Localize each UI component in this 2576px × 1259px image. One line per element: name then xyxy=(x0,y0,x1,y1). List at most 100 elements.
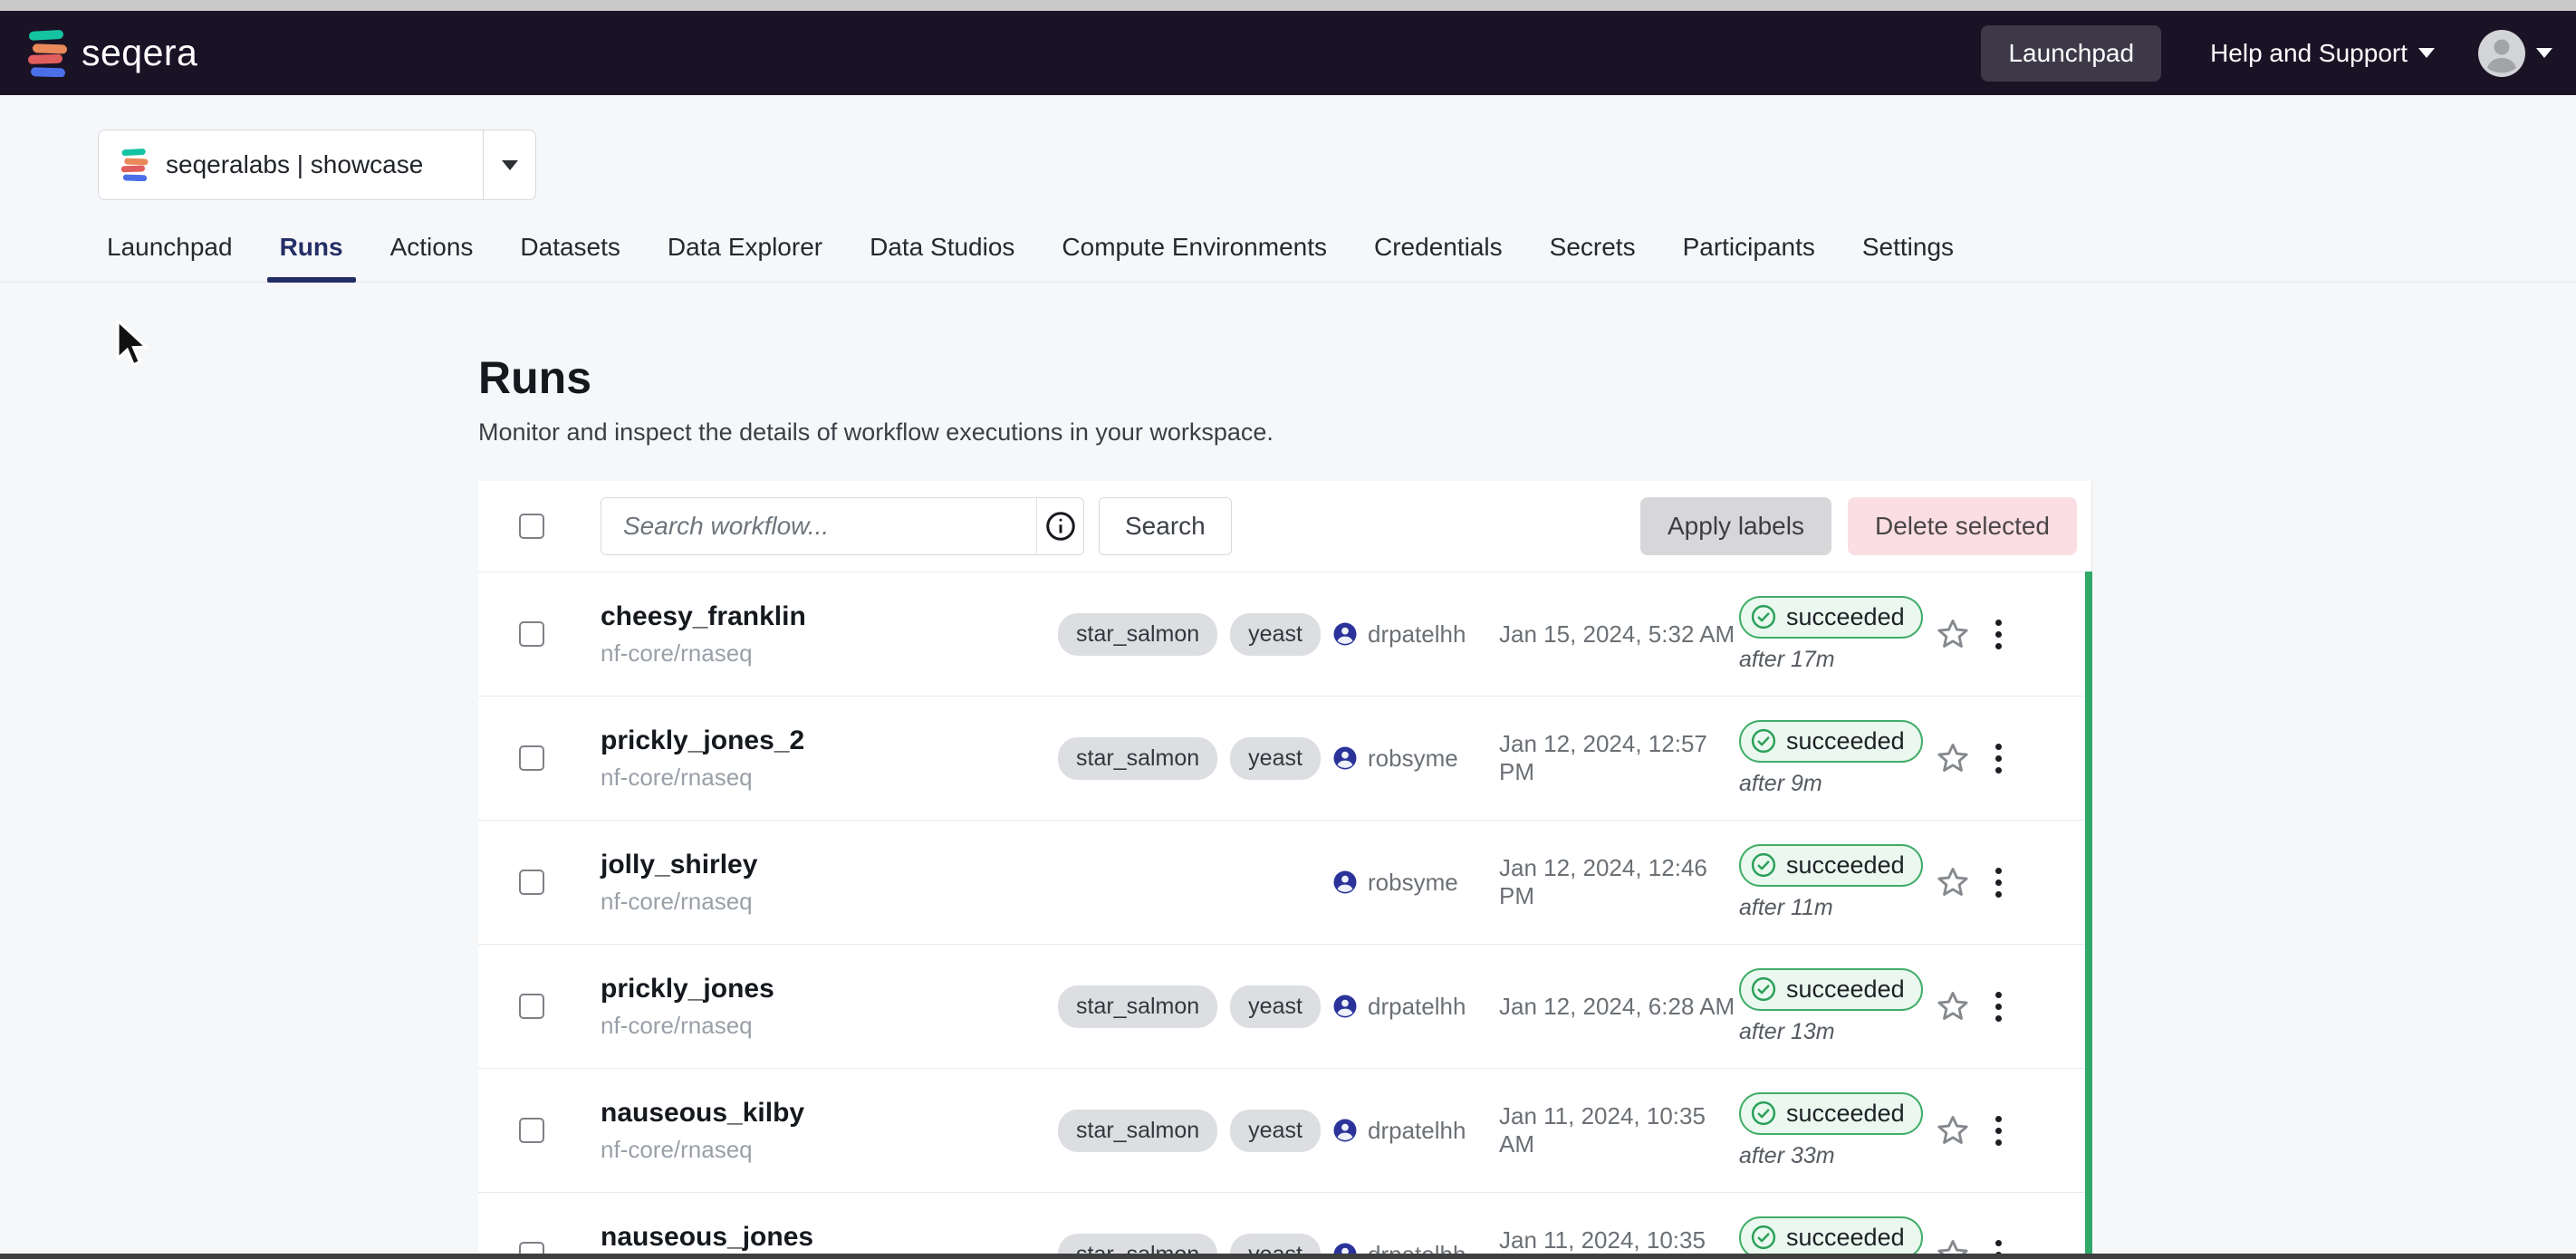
delete-selected-button[interactable]: Delete selected xyxy=(1848,497,2077,555)
workspace-row: seqeralabs | showcase xyxy=(0,95,2576,200)
status-label: succeeded xyxy=(1786,1224,1905,1252)
kebab-icon xyxy=(1995,620,2002,626)
star-icon xyxy=(1936,617,1970,651)
search-group xyxy=(601,497,1084,555)
tab-settings[interactable]: Settings xyxy=(1850,233,1966,282)
run-name-link[interactable]: nauseous_jones xyxy=(601,1222,1058,1253)
run-name-link[interactable]: jolly_shirley xyxy=(601,850,1058,880)
star-button[interactable] xyxy=(1927,865,1977,899)
run-date: Jan 12, 2024, 12:46 PM xyxy=(1499,854,1739,910)
workspace-selector-current[interactable]: seqeralabs | showcase xyxy=(99,130,483,199)
launchpad-button[interactable]: Launchpad xyxy=(1981,25,2161,82)
row-checkbox[interactable] xyxy=(519,994,544,1019)
user-icon xyxy=(1331,869,1359,896)
check-circle-icon xyxy=(1750,851,1777,879)
run-date: Jan 11, 2024, 10:35 AM xyxy=(1499,1102,1739,1158)
status-badge: succeeded xyxy=(1739,844,1923,887)
run-pipeline: nf-core/rnaseq xyxy=(601,639,1058,668)
runs-list: cheesy_franklin nf-core/rnaseq star_salm… xyxy=(478,572,2092,1259)
search-info-button[interactable] xyxy=(1036,498,1083,554)
window-top-edge xyxy=(0,0,2576,11)
kebab-icon xyxy=(1995,643,2002,649)
kebab-icon xyxy=(1995,868,2002,874)
run-name-link[interactable]: nauseous_kilby xyxy=(601,1098,1058,1129)
run-name-link[interactable]: prickly_jones xyxy=(601,974,1058,1004)
run-name-link[interactable]: prickly_jones_2 xyxy=(601,726,1058,756)
row-checkbox[interactable] xyxy=(519,745,544,771)
star-button[interactable] xyxy=(1927,989,1977,1024)
star-button[interactable] xyxy=(1927,617,1977,651)
tab-credentials[interactable]: Credentials xyxy=(1361,233,1515,282)
apply-labels-button[interactable]: Apply labels xyxy=(1640,497,1831,555)
page-title: Runs xyxy=(478,351,2576,404)
run-labels: star_salmonyeast xyxy=(1058,613,1331,656)
label-pill: yeast xyxy=(1230,1110,1321,1152)
table-row: nauseous_kilby nf-core/rnaseq star_salmo… xyxy=(478,1068,2092,1192)
chevron-down-icon xyxy=(502,160,518,170)
select-all-checkbox[interactable] xyxy=(519,514,544,539)
user-icon xyxy=(1331,620,1359,648)
row-menu-button[interactable] xyxy=(1977,744,2019,774)
window-bottom-edge xyxy=(0,1254,2576,1259)
star-button[interactable] xyxy=(1927,1113,1977,1148)
row-menu-button[interactable] xyxy=(1977,992,2019,1022)
run-duration: after 17m xyxy=(1739,647,1927,673)
tab-datasets[interactable]: Datasets xyxy=(507,233,633,282)
kebab-icon xyxy=(1995,1240,2002,1246)
row-menu-button[interactable] xyxy=(1977,868,2019,898)
run-user-name: robsyme xyxy=(1368,869,1458,897)
row-checkbox[interactable] xyxy=(519,870,544,895)
search-button[interactable]: Search xyxy=(1099,497,1232,555)
run-user-cell: drpatelhh xyxy=(1331,1117,1499,1145)
workspace-selector-dropdown-toggle[interactable] xyxy=(483,130,535,199)
user-menu[interactable] xyxy=(2476,28,2552,79)
tab-data-studios[interactable]: Data Studios xyxy=(857,233,1027,282)
star-icon xyxy=(1936,865,1970,899)
table-row: prickly_jones nf-core/rnaseq star_salmon… xyxy=(478,944,2092,1068)
status-label: succeeded xyxy=(1786,851,1905,879)
run-user-name: drpatelhh xyxy=(1368,1117,1466,1145)
tab-launchpad[interactable]: Launchpad xyxy=(94,233,245,282)
run-name-link[interactable]: cheesy_franklin xyxy=(601,601,1058,632)
help-and-support-menu[interactable]: Help and Support xyxy=(2210,39,2435,68)
run-duration: after 13m xyxy=(1739,1019,1927,1045)
runs-table: Search Apply labels Delete selected chee… xyxy=(478,481,2092,1259)
status-label: succeeded xyxy=(1786,603,1905,631)
run-labels: star_salmonyeast xyxy=(1058,737,1331,780)
check-circle-icon xyxy=(1750,1100,1777,1127)
check-circle-icon xyxy=(1750,727,1777,754)
status-badge: succeeded xyxy=(1739,1092,1923,1135)
kebab-icon xyxy=(1995,744,2002,750)
tab-data-explorer[interactable]: Data Explorer xyxy=(655,233,835,282)
star-button[interactable] xyxy=(1927,741,1977,775)
run-user-name: drpatelhh xyxy=(1368,993,1466,1021)
kebab-icon xyxy=(1995,879,2002,886)
tab-compute-environments[interactable]: Compute Environments xyxy=(1049,233,1340,282)
run-pipeline: nf-core/rnaseq xyxy=(601,888,1058,916)
status-badge: succeeded xyxy=(1739,968,1923,1011)
status-badge: succeeded xyxy=(1739,720,1923,763)
tab-participants[interactable]: Participants xyxy=(1670,233,1828,282)
tab-secrets[interactable]: Secrets xyxy=(1537,233,1648,282)
status-label: succeeded xyxy=(1786,975,1905,1004)
run-duration: after 11m xyxy=(1739,895,1927,921)
search-input[interactable] xyxy=(601,498,1036,554)
star-icon xyxy=(1936,1113,1970,1148)
label-pill: star_salmon xyxy=(1058,1110,1217,1152)
run-user-cell: drpatelhh xyxy=(1331,993,1499,1021)
user-icon xyxy=(1331,993,1359,1020)
row-checkbox[interactable] xyxy=(519,1118,544,1143)
brand-name: seqera xyxy=(82,32,197,74)
run-user-cell: drpatelhh xyxy=(1331,620,1499,649)
brand[interactable]: seqera xyxy=(27,30,197,77)
run-name-cell: jolly_shirley nf-core/rnaseq xyxy=(601,850,1058,916)
tab-actions[interactable]: Actions xyxy=(378,233,486,282)
row-checkbox[interactable] xyxy=(519,621,544,647)
tab-runs[interactable]: Runs xyxy=(267,233,356,282)
label-pill: star_salmon xyxy=(1058,613,1217,656)
star-icon xyxy=(1936,741,1970,775)
run-labels: star_salmon yeast xyxy=(1058,1110,1331,1152)
row-menu-button[interactable] xyxy=(1977,620,2019,649)
kebab-icon xyxy=(1995,755,2002,762)
row-menu-button[interactable] xyxy=(1977,1116,2019,1146)
